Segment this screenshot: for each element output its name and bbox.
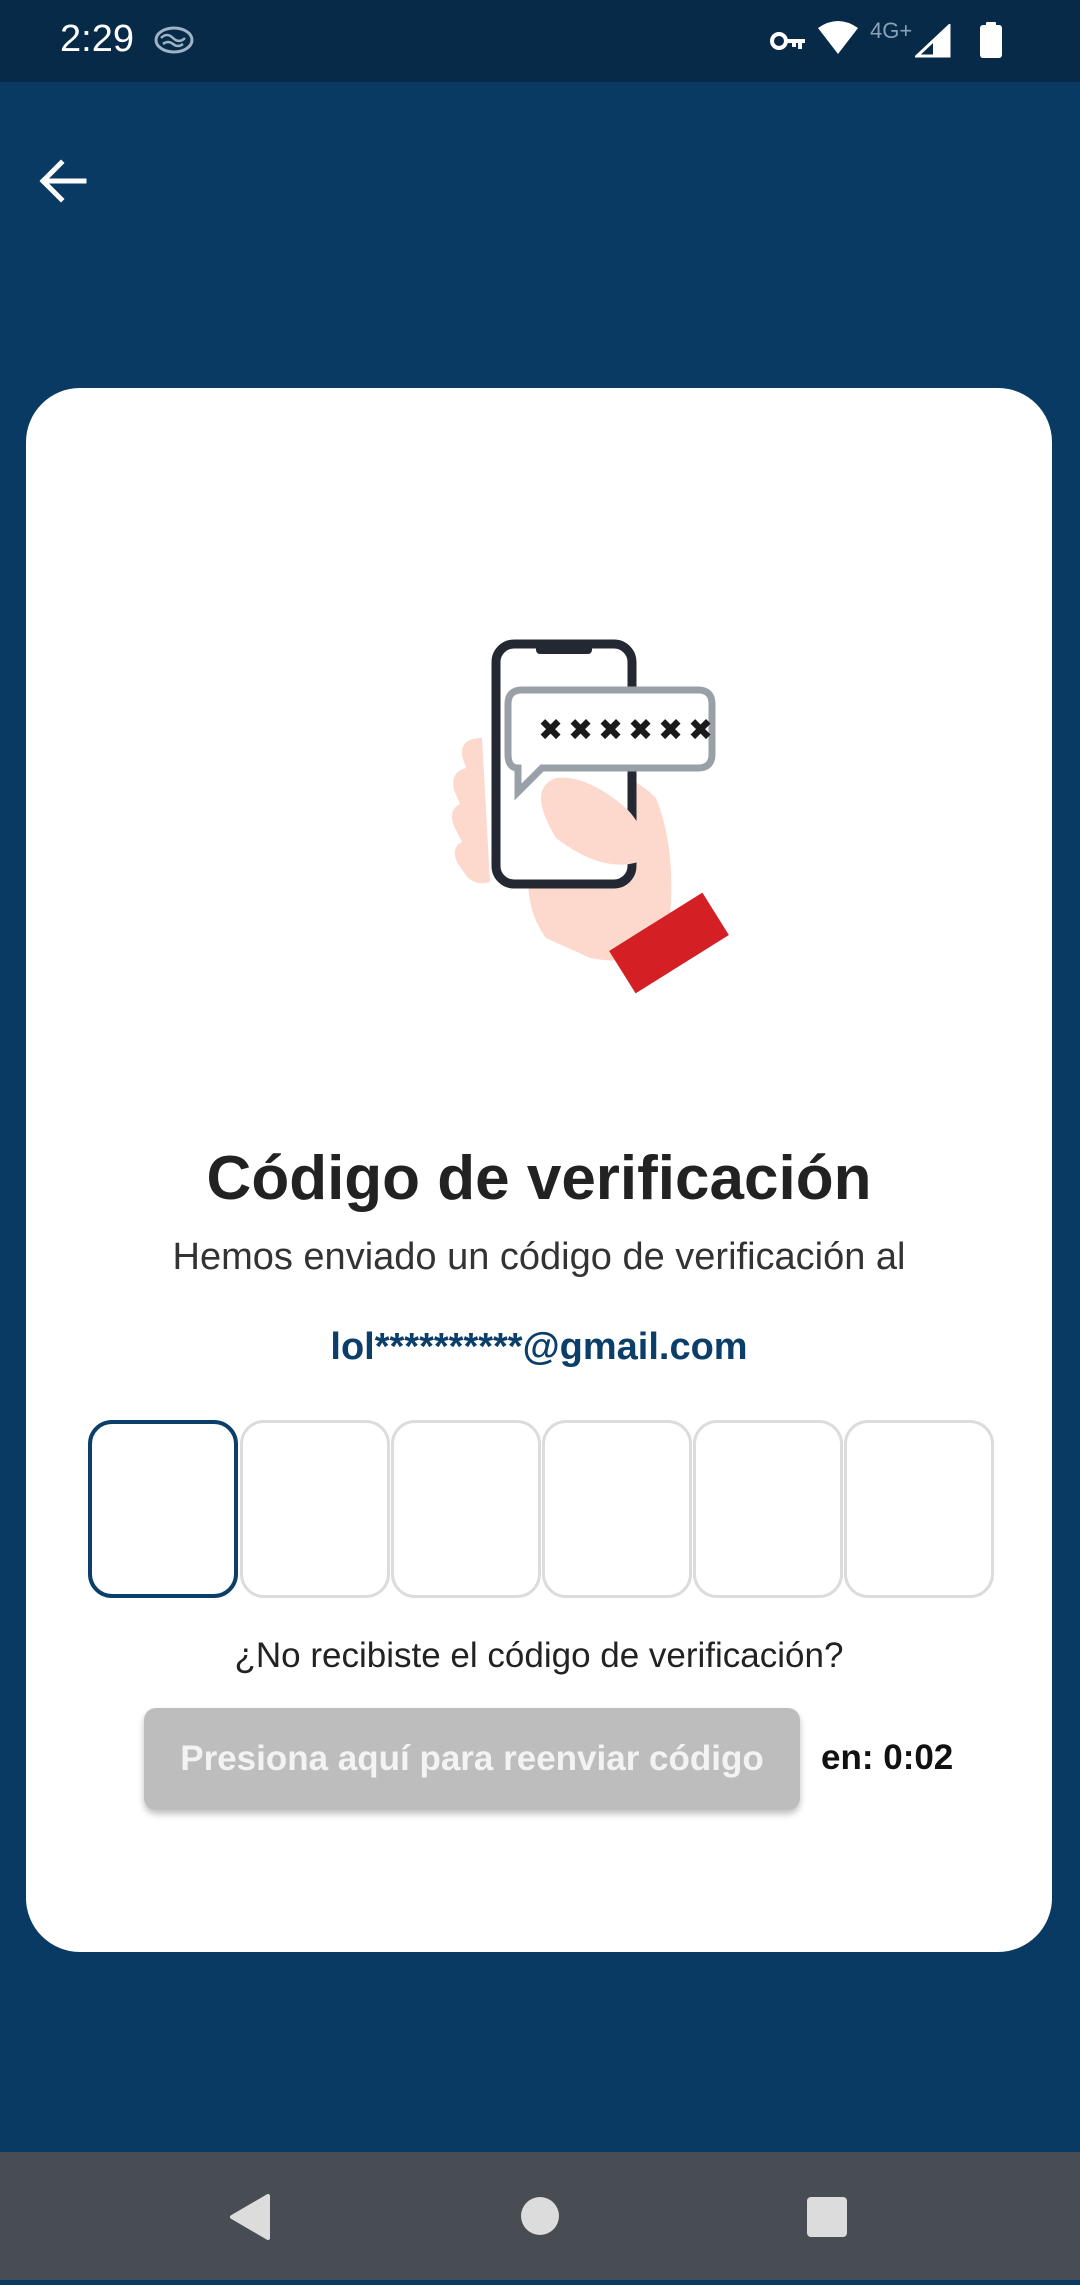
otp-digit-2[interactable] <box>240 1420 390 1598</box>
resend-question: ¿No recibiste el código de verificación? <box>234 1636 844 1675</box>
network-type-label: 4G+ <box>870 18 913 43</box>
svg-text:✖: ✖ <box>598 713 623 748</box>
nav-back-button[interactable] <box>170 2152 330 2280</box>
verification-card: ✖ ✖ ✖ ✖ ✖ ✖ Código de verificación Hemos… <box>26 388 1052 1952</box>
otp-digit-3[interactable] <box>391 1420 541 1598</box>
vpn-key-icon <box>770 28 806 59</box>
subtitle: Hemos enviado un código de verificación … <box>172 1236 906 1278</box>
cell-signal-icon <box>913 22 951 63</box>
phone-code-illustration: ✖ ✖ ✖ ✖ ✖ ✖ <box>426 638 756 1043</box>
masked-email: lol**********@gmail.com <box>330 1326 748 1368</box>
system-nav-bar <box>0 2152 1080 2280</box>
home-circle-icon <box>521 2197 559 2235</box>
svg-text:✖: ✖ <box>658 713 683 748</box>
battery-icon <box>980 22 1002 63</box>
brain-icon <box>153 24 195 61</box>
recents-square-icon <box>807 2197 847 2237</box>
nav-home-button[interactable] <box>460 2152 620 2280</box>
svg-text:✖: ✖ <box>538 713 563 748</box>
otp-digit-5[interactable] <box>693 1420 843 1598</box>
otp-digit-1[interactable] <box>88 1420 238 1598</box>
svg-text:✖: ✖ <box>568 713 593 748</box>
back-triangle-icon <box>230 2194 270 2240</box>
svg-text:✖: ✖ <box>688 713 713 748</box>
page-title: Código de verificación <box>206 1144 872 1213</box>
arrow-left-icon <box>39 159 87 203</box>
resend-code-button[interactable]: Presiona aquí para reenviar código <box>144 1708 800 1810</box>
otp-digit-4[interactable] <box>542 1420 692 1598</box>
status-time: 2:29 <box>60 18 134 60</box>
svg-text:✖: ✖ <box>628 713 653 748</box>
resend-countdown: en: 0:02 <box>821 1738 954 1777</box>
nav-recents-button[interactable] <box>747 2152 907 2280</box>
wifi-icon <box>818 20 858 61</box>
back-button[interactable] <box>28 146 98 216</box>
status-bar: 2:29 4G+ <box>0 0 1080 82</box>
otp-digit-6[interactable] <box>844 1420 994 1598</box>
